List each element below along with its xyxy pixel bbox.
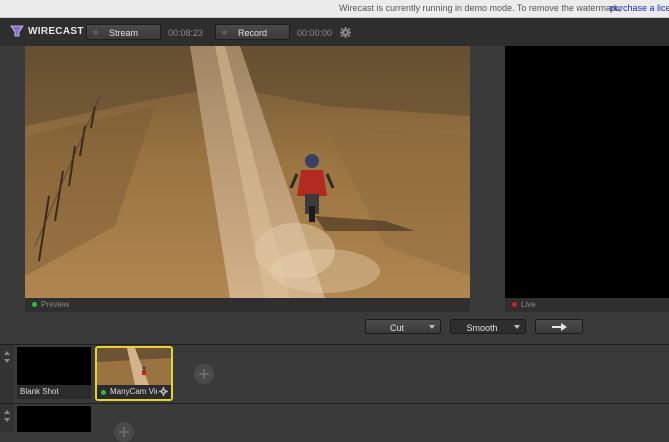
shot-label: Blank Shot: [20, 387, 59, 396]
shot-manycam-selected[interactable]: ManyCam Vir: [95, 346, 173, 401]
demo-mode-bar: Wirecast is currently running in demo mo…: [0, 0, 669, 18]
add-shot-button[interactable]: [114, 422, 134, 442]
cut-label: Cut: [389, 323, 404, 333]
preview-label-bar: Preview: [25, 298, 470, 312]
go-transition-button[interactable]: [535, 319, 583, 334]
chevron-down-icon: [514, 325, 520, 329]
chevron-down-icon: [429, 325, 435, 329]
main-toolbar: WIRECAST Stream 00:08:23 Record 00:00:00: [0, 18, 669, 46]
arrow-right-icon: [552, 323, 568, 333]
app-title: WIRECAST: [28, 26, 84, 37]
demo-mode-message: Wirecast is currently running in demo mo…: [339, 3, 621, 13]
stream-button-label: Stream: [108, 28, 138, 38]
record-timer: 00:00:00: [297, 28, 333, 38]
chevron-up-icon: [4, 410, 10, 414]
preview-label: Preview: [41, 300, 70, 309]
live-label: Live: [521, 300, 536, 309]
preview-monitor[interactable]: [25, 46, 470, 298]
live-monitor[interactable]: [505, 46, 669, 298]
smooth-transition-dropdown[interactable]: Smooth: [450, 319, 526, 334]
preview-video-image: [25, 46, 470, 298]
record-button[interactable]: Record: [215, 24, 290, 40]
shot-blank[interactable]: Blank Shot: [17, 347, 91, 399]
stream-timer: 00:08:23: [168, 28, 204, 38]
cut-transition-dropdown[interactable]: Cut: [365, 319, 441, 334]
gear-icon[interactable]: [340, 27, 351, 40]
chevron-up-icon: [4, 351, 10, 355]
live-indicator-icon: [512, 302, 517, 307]
shot-thumbnail-image: [97, 348, 171, 385]
layer-2-handle[interactable]: [0, 404, 14, 432]
layer-divider: [0, 403, 669, 404]
wirecast-logo-icon: [10, 24, 24, 40]
record-button-label: Record: [237, 28, 267, 38]
smooth-label: Smooth: [466, 323, 498, 333]
shot-label-bar: Blank Shot: [17, 385, 91, 399]
gear-icon[interactable]: [159, 387, 168, 398]
preview-indicator-icon: [32, 302, 37, 307]
shot-label-bar: ManyCam Vir: [97, 385, 171, 399]
layer-divider: [0, 344, 669, 345]
chevron-down-icon: [4, 359, 10, 363]
stream-button[interactable]: Stream: [86, 24, 161, 40]
add-shot-button[interactable]: [194, 364, 214, 384]
live-label-bar: Live: [505, 298, 669, 312]
shot-layer-2[interactable]: [17, 406, 91, 432]
purchase-license-link[interactable]: purchase a license: [610, 3, 669, 13]
layer-1-handle[interactable]: [0, 345, 14, 403]
chevron-down-icon: [4, 418, 10, 422]
shot-label: ManyCam Vir: [110, 387, 157, 396]
live-source-dot-icon: [101, 390, 106, 395]
